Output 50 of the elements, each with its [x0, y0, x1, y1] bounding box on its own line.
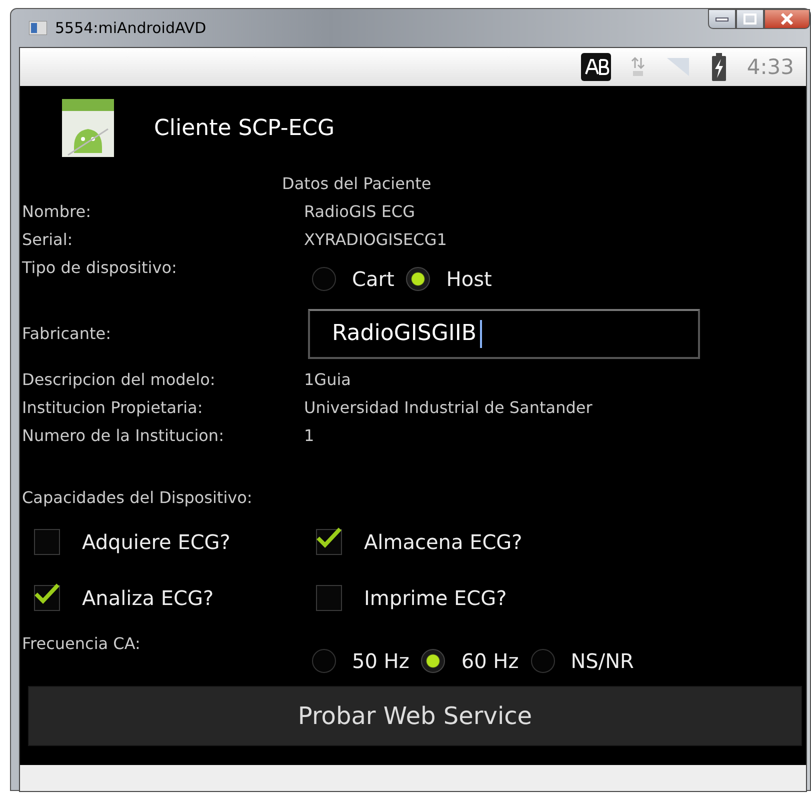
section-label: Capacidades del Dispositivo: — [22, 487, 254, 509]
app-title: Cliente SCP-ECG — [154, 116, 335, 140]
checkbox[interactable] — [34, 585, 60, 611]
field-label: Institucion Propietaria: — [22, 397, 204, 419]
field-label: Numero de la Institucion: — [22, 425, 225, 447]
signal-icon — [664, 56, 691, 78]
field-label: Nombre: — [22, 201, 92, 223]
checkbox-label: Analiza ECG? — [82, 586, 214, 610]
radio-label: NS/NR — [570, 648, 634, 675]
checkbox[interactable] — [316, 529, 342, 555]
minimize-button[interactable] — [708, 9, 736, 29]
radio-button[interactable] — [530, 649, 555, 673]
field-label: Tipo de dispositivo: — [22, 257, 178, 279]
data-transfer-icon — [630, 56, 645, 78]
checkbox[interactable] — [316, 585, 342, 611]
radio-label: Host — [446, 266, 492, 293]
radio-label: 50 Hz — [352, 648, 410, 675]
radio-label: Cart — [352, 266, 394, 293]
radio-button[interactable] — [406, 267, 430, 291]
text-input-field[interactable]: RadioGISGIIB — [308, 309, 700, 359]
close-button[interactable] — [764, 9, 810, 29]
window-icon — [29, 21, 47, 35]
field-label: Frecuencia CA: — [22, 633, 142, 655]
window-title: 5554:miAndroidAVD — [55, 19, 206, 37]
field-label: Serial: — [22, 229, 74, 251]
radio-button[interactable] — [312, 267, 336, 291]
keyboard-icon — [580, 53, 611, 81]
field-value: RadioGIS ECG — [304, 201, 415, 223]
field-label: Fabricante: — [22, 323, 112, 345]
maximize-icon — [743, 13, 757, 25]
field-value: 1 — [304, 425, 314, 447]
checkbox-label: Almacena ECG? — [364, 530, 522, 554]
section-title: Datos del Paciente — [282, 173, 432, 195]
field-value: Universidad Industrial de Santander — [304, 397, 592, 419]
battery-charging-icon — [710, 53, 727, 81]
close-icon — [779, 12, 795, 26]
field-value: 1Guia — [304, 369, 351, 391]
status-time: 4:33 — [746, 55, 794, 79]
field-label: Descripcion del modelo: — [22, 369, 216, 391]
radio-label: 60 Hz — [461, 648, 519, 675]
checkbox[interactable] — [34, 529, 60, 555]
minimize-icon — [715, 16, 729, 22]
android-app-icon — [62, 99, 114, 157]
field-value: XYRADIOGISECG1 — [304, 229, 447, 251]
radio-button[interactable] — [312, 649, 336, 673]
test-web-service-button[interactable]: Probar Web Service — [28, 686, 802, 746]
checkbox-label: Adquiere ECG? — [82, 530, 230, 554]
radio-button[interactable] — [421, 649, 446, 673]
checkbox-label: Imprime ECG? — [364, 586, 507, 610]
maximize-button[interactable] — [736, 9, 764, 29]
